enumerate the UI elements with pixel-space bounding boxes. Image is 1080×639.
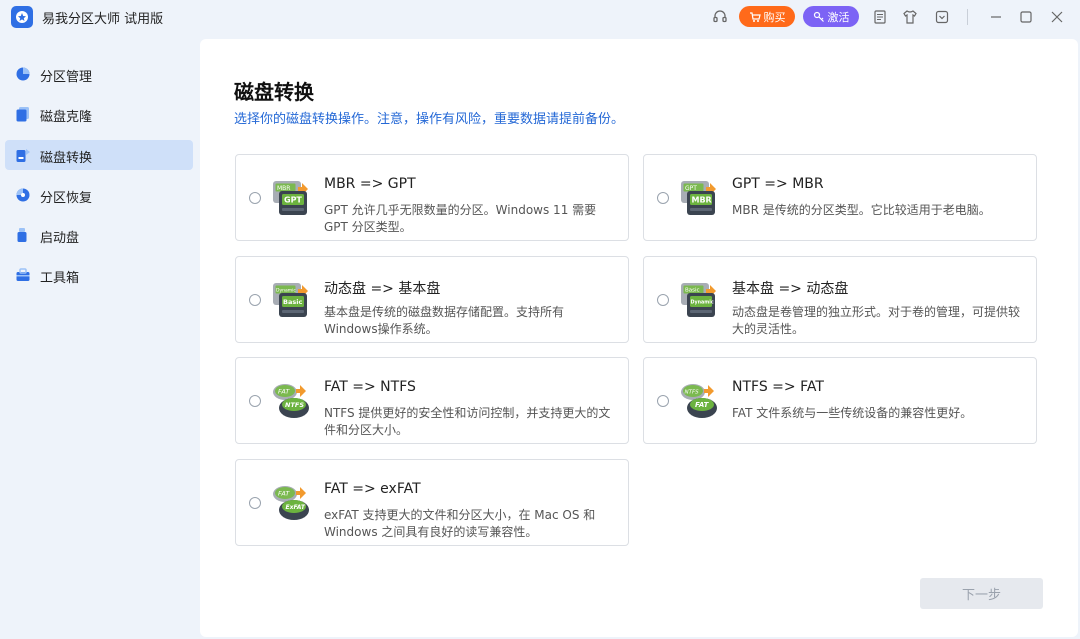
icon-back-text: GPT <box>685 185 697 192</box>
option-radio[interactable] <box>657 395 669 407</box>
option-card-mbr-to-gpt[interactable]: MBR GPT MBR => GPT GPT 允许几乎无限数量的分区。Windo… <box>235 154 629 241</box>
option-radio[interactable] <box>249 497 261 509</box>
icon-back-text: NTFS <box>685 390 700 396</box>
toolbox-icon <box>15 267 31 283</box>
sidebar-item-boot-disk[interactable]: 启动盘 <box>5 220 193 250</box>
option-radio[interactable] <box>249 192 261 204</box>
tshirt-skin-icon[interactable] <box>901 8 919 26</box>
sidebar-item-disk-clone[interactable]: 磁盘克隆 <box>5 99 193 129</box>
partition-pie-icon <box>15 66 31 82</box>
disk-convert-mbr-gpt-icon: MBR GPT <box>271 179 311 217</box>
option-radio[interactable] <box>249 294 261 306</box>
activate-label: 激活 <box>827 10 850 24</box>
icon-back-text: Basic <box>685 288 700 294</box>
sidebar-item-partition-management[interactable]: 分区管理 <box>5 59 193 89</box>
icon-back-text: FAT <box>278 490 290 498</box>
minimize-icon[interactable] <box>987 8 1005 26</box>
disk-convert-dynamic-basic-icon: Dynamic Basic <box>271 281 311 319</box>
option-title: FAT => exFAT <box>324 481 421 497</box>
sidebar-item-label: 启动盘 <box>40 231 80 246</box>
buy-button[interactable]: 购买 <box>739 6 795 27</box>
option-description: NTFS 提供更好的安全性和访问控制，并支持更大的文件和分区大小。 <box>324 406 611 437</box>
disk-convert-icon <box>15 147 31 163</box>
option-card-fat-to-exfat[interactable]: FAT ExFAT FAT => exFAT exFAT 支持更大的文件和分区大… <box>235 459 629 546</box>
option-description: MBR 是传统的分区类型。它比较适用于老电脑。 <box>732 203 991 217</box>
close-icon[interactable] <box>1048 8 1066 26</box>
activate-button[interactable]: 激活 <box>803 6 859 27</box>
icon-front-text: MBR <box>692 196 712 205</box>
sidebar-item-label: 工具箱 <box>40 271 80 286</box>
sidebar-item-label: 分区管理 <box>40 70 93 85</box>
option-description: FAT 文件系统与一些传统设备的兼容性更好。 <box>732 406 973 420</box>
icon-front-text: NTFS <box>285 401 304 409</box>
option-card-gpt-to-mbr[interactable]: GPT MBR GPT => MBR MBR 是传统的分区类型。它比较适用于老电… <box>643 154 1037 241</box>
notes-icon[interactable] <box>871 8 889 26</box>
titlebar-divider <box>967 9 968 25</box>
app-logo-icon <box>11 6 33 28</box>
app-title: 易我分区大师 试用版 <box>42 12 164 27</box>
icon-front-text: FAT <box>695 401 710 409</box>
partition-recovery-icon <box>15 187 31 203</box>
sidebar-item-toolbox[interactable]: 工具箱 <box>5 260 193 290</box>
filesystem-convert-ntfs-fat-icon: NTFS FAT <box>679 382 719 420</box>
option-title: 动态盘 => 基本盘 <box>324 281 441 297</box>
icon-back-text: MBR <box>277 185 290 192</box>
sidebar-item-label: 分区恢复 <box>40 191 93 206</box>
option-card-ntfs-to-fat[interactable]: NTFS FAT NTFS => FAT FAT 文件系统与一些传统设备的兼容性… <box>643 357 1037 444</box>
filesystem-convert-fat-ntfs-icon: FAT NTFS <box>271 382 311 420</box>
disk-convert-basic-dynamic-icon: Basic Dynamic <box>679 281 719 319</box>
sidebar-item-disk-convert[interactable]: 磁盘转换 <box>5 140 193 170</box>
dropdown-menu-icon[interactable] <box>933 8 951 26</box>
next-button[interactable]: 下一步 <box>920 578 1043 609</box>
icon-back-text: Dynamic <box>276 288 296 294</box>
option-radio[interactable] <box>249 395 261 407</box>
option-description: exFAT 支持更大的文件和分区大小，在 Mac OS 和Windows 之间具… <box>324 508 596 539</box>
option-title: NTFS => FAT <box>732 379 824 395</box>
sidebar-item-label: 磁盘转换 <box>40 151 93 166</box>
option-card-dynamic-to-basic[interactable]: Dynamic Basic 动态盘 => 基本盘 基本盘是传统的磁盘数据存储配置… <box>235 256 629 343</box>
icon-front-text: Basic <box>283 298 302 306</box>
cart-icon <box>749 11 761 22</box>
filesystem-convert-fat-exfat-icon: FAT ExFAT <box>271 484 311 522</box>
disk-convert-gpt-mbr-icon: GPT MBR <box>679 179 719 217</box>
icon-front-text: ExFAT <box>286 504 306 511</box>
maximize-icon[interactable] <box>1017 8 1035 26</box>
sidebar-item-partition-recovery[interactable]: 分区恢复 <box>5 180 193 210</box>
option-title: 基本盘 => 动态盘 <box>732 281 849 297</box>
headset-support-icon[interactable] <box>711 8 729 26</box>
option-card-fat-to-ntfs[interactable]: FAT NTFS FAT => NTFS NTFS 提供更好的安全性和访问控制，… <box>235 357 629 444</box>
disk-clone-icon <box>15 106 31 122</box>
page-title: 磁盘转换 <box>234 80 314 104</box>
option-description: 动态盘是卷管理的独立形式。对于卷的管理，可提供较大的灵活性。 <box>732 305 1021 336</box>
option-description: 基本盘是传统的磁盘数据存储配置。支持所有Windows操作系统。 <box>324 305 565 336</box>
main-panel: 磁盘转换 选择你的磁盘转换操作。注意，操作有风险，重要数据请提前备份。 MBR … <box>200 39 1078 637</box>
buy-label: 购买 <box>763 10 786 24</box>
sidebar-item-label: 磁盘克隆 <box>40 110 93 125</box>
title-bar: 易我分区大师 试用版 购买 激活 <box>0 0 1080 36</box>
option-radio[interactable] <box>657 192 669 204</box>
option-title: GPT => MBR <box>732 176 824 192</box>
option-title: MBR => GPT <box>324 176 416 192</box>
key-icon <box>813 11 824 22</box>
option-description: GPT 允许几乎无限数量的分区。Windows 11 需要GPT 分区类型。 <box>324 203 597 234</box>
option-radio[interactable] <box>657 294 669 306</box>
page-subtitle: 选择你的磁盘转换操作。注意，操作有风险，重要数据请提前备份。 <box>234 112 625 127</box>
icon-front-text: Dynamic <box>691 300 714 306</box>
option-card-basic-to-dynamic[interactable]: Basic Dynamic 基本盘 => 动态盘 动态盘是卷管理的独立形式。对于… <box>643 256 1037 343</box>
icon-back-text: FAT <box>278 388 290 396</box>
option-title: FAT => NTFS <box>324 379 416 395</box>
icon-front-text: GPT <box>284 196 302 205</box>
boot-disk-icon <box>15 227 31 243</box>
